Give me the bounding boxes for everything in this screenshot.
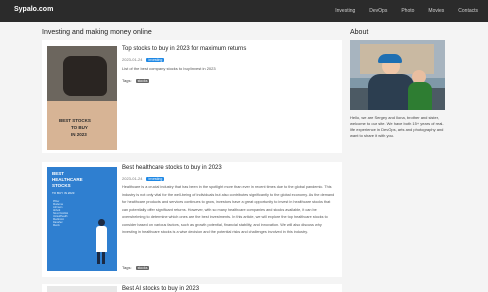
main-title: Investing and making money online [42, 29, 152, 36]
tags-label: Tags: [122, 78, 132, 83]
cover-text-1: BEST [52, 171, 65, 176]
about-photo [350, 40, 445, 110]
nav-devops[interactable]: DevOps [369, 8, 387, 14]
category-badge[interactable]: investing [146, 57, 165, 62]
post-thumbnail[interactable]: BEST HEALTHCARE STOCKS TO BUY IN 2023 Pf… [47, 167, 117, 271]
tag-badge[interactable]: stocks [135, 78, 150, 83]
post-title[interactable]: Top stocks to buy in 2023 for maximum re… [122, 46, 246, 52]
post-title[interactable]: Best AI stocks to buy in 2023 [122, 286, 199, 292]
post-card: BEST STOCKS TO BUY IN 2023 Top stocks to… [42, 40, 342, 153]
site-brand[interactable]: Sypalo.com [14, 6, 53, 13]
doctor-illustration [93, 219, 109, 265]
cover-subtitle: TO BUY IN 2023 [52, 191, 75, 195]
post-thumbnail[interactable] [47, 286, 117, 292]
post-tags: Tags: stocks [122, 78, 150, 83]
post-thumbnail[interactable]: BEST STOCKS TO BUY IN 2023 [47, 46, 117, 150]
post-meta: 2023-01-24 investing [122, 57, 165, 62]
post-card: BEST HEALTHCARE STOCKS TO BUY IN 2023 Pf… [42, 162, 342, 277]
tag-badge[interactable]: stocks [135, 265, 150, 270]
sidebar-title: About [350, 29, 369, 36]
cover-text-3: IN 2023 [71, 132, 87, 137]
nav-photo[interactable]: Photo [401, 8, 414, 14]
nav-movies[interactable]: Movies [428, 8, 444, 14]
post-date: 2023-01-24 [122, 57, 143, 62]
post-card: Best AI stocks to buy in 2023 [42, 284, 342, 292]
nav-menu: Investing DevOps Photo Movies Contacts [335, 0, 478, 22]
nav-contacts[interactable]: Contacts [458, 8, 478, 14]
post-title[interactable]: Best healthcare stocks to buy in 2023 [122, 165, 222, 171]
cover-text-2: TO BUY [71, 125, 88, 130]
tags-label: Tags: [122, 265, 132, 270]
cover-text-2: HEALTHCARE [52, 177, 83, 182]
top-navbar: Sypalo.com Investing DevOps Photo Movies… [0, 0, 488, 22]
post-date: 2023-01-24 [122, 176, 143, 181]
cover-text-3: STOCKS [52, 183, 71, 188]
about-text: Hello, we are Sergey and Ilona, brother … [350, 115, 444, 138]
post-summary: Healthcare is a crucial industry that ha… [122, 185, 335, 234]
cover-bullets: Pfizer Moderna Johnson Abbott Novo Nordi… [53, 200, 68, 227]
post-meta: 2023-01-24 investing [122, 176, 165, 181]
category-badge[interactable]: investing [146, 176, 165, 181]
nav-investing[interactable]: Investing [335, 8, 355, 14]
post-summary: List of the best company stocks to buy/i… [122, 66, 216, 71]
cover-text-1: BEST STOCKS [59, 118, 91, 123]
post-tags: Tags: stocks [122, 265, 150, 270]
cover-bullet: Merck [53, 224, 60, 227]
